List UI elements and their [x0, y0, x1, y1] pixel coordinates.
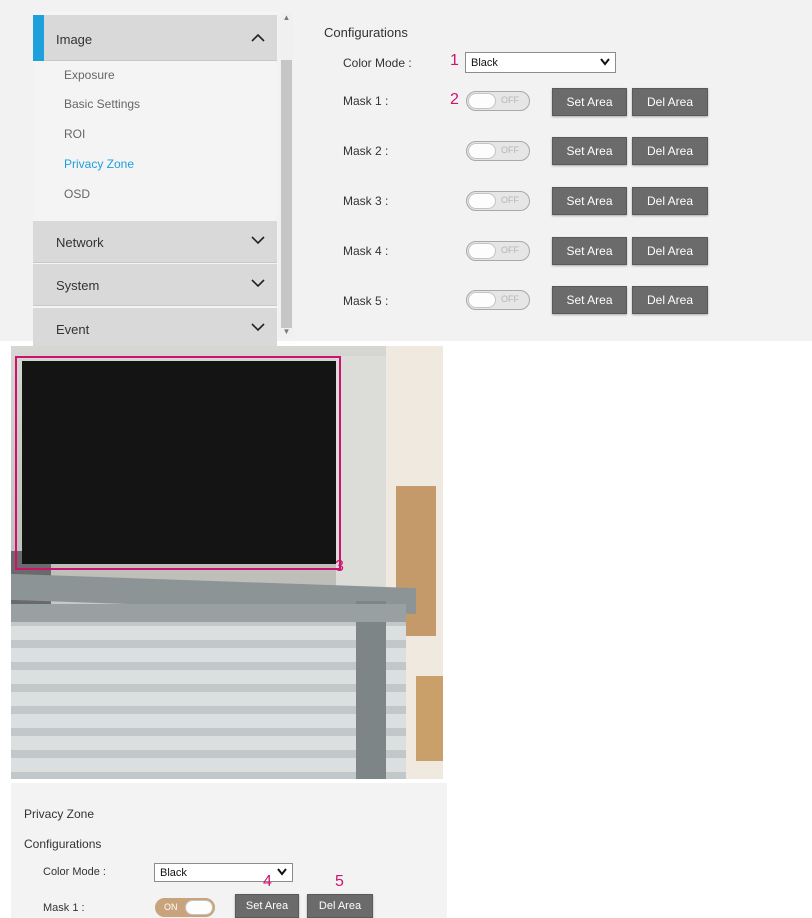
configurations-title: Configurations	[324, 25, 408, 40]
mask-1-label: Mask 1 :	[43, 902, 85, 914]
sidebar-section-label: Image	[56, 32, 93, 47]
color-mode-select[interactable]: Black	[465, 52, 616, 73]
callout-5: 5	[335, 873, 344, 890]
callout-2: 2	[450, 91, 459, 108]
sidebar-item-osd[interactable]: OSD	[64, 187, 90, 201]
chevron-down-icon	[277, 868, 287, 876]
toggle-state-text: OFF	[501, 294, 519, 304]
sidebar-section-system[interactable]: System	[33, 264, 277, 306]
color-mode-label: Color Mode :	[343, 56, 412, 70]
sidebar-item-basic-settings[interactable]: Basic Settings	[64, 97, 140, 111]
callout-1: 1	[450, 52, 459, 69]
privacy-zone-title: Privacy Zone	[24, 807, 95, 821]
mask-1-del-area-button[interactable]: Del Area	[307, 894, 373, 918]
sidebar-menu: Image Exposure Basic Settings ROI Privac…	[33, 12, 277, 350]
toggle-state-text: OFF	[501, 245, 519, 255]
configurations-title: Configurations	[24, 837, 102, 851]
cubicle-post	[356, 601, 386, 779]
mask-1-label: Mask 1 :	[343, 94, 389, 108]
color-mode-value: Black	[471, 57, 498, 69]
mask-4-set-area-button[interactable]: Set Area	[552, 237, 627, 265]
toggle-state-text: OFF	[501, 145, 519, 155]
callout-4: 4	[263, 873, 272, 890]
toggle-state-text: OFF	[501, 195, 519, 205]
callout-3: 3	[335, 558, 344, 575]
mask-selection-frame[interactable]	[15, 356, 341, 570]
chevron-down-icon[interactable]	[249, 231, 267, 249]
mask-2-toggle[interactable]: OFF	[466, 141, 530, 161]
mask-1-del-area-button[interactable]: Del Area	[632, 88, 708, 116]
mask-5-del-area-button[interactable]: Del Area	[632, 286, 708, 314]
toggle-knob	[185, 900, 213, 915]
mask-1-toggle[interactable]: OFF	[466, 91, 530, 111]
toggle-knob	[468, 243, 496, 259]
color-mode-value: Black	[160, 867, 187, 879]
mask-2-label: Mask 2 :	[343, 144, 389, 158]
toggle-knob	[468, 143, 496, 159]
toggle-state-text: ON	[164, 902, 178, 912]
toggle-knob	[468, 292, 496, 308]
active-accent-bar	[33, 15, 44, 61]
mask-1-set-area-button[interactable]: Set Area	[552, 88, 627, 116]
chevron-down-icon[interactable]	[249, 274, 267, 292]
mask-5-set-area-button[interactable]: Set Area	[552, 286, 627, 314]
mask-1-toggle[interactable]: ON	[155, 898, 215, 917]
color-mode-label: Color Mode :	[43, 866, 106, 878]
chevron-down-icon	[600, 58, 610, 66]
scroll-up-arrow-icon[interactable]: ▲	[280, 12, 293, 24]
mask-2-set-area-button[interactable]: Set Area	[552, 137, 627, 165]
mask-2-del-area-button[interactable]: Del Area	[632, 137, 708, 165]
toggle-knob	[468, 193, 496, 209]
mask-4-del-area-button[interactable]: Del Area	[632, 237, 708, 265]
toggle-state-text: OFF	[501, 95, 519, 105]
sidebar-section-label: Network	[56, 235, 104, 250]
mask-1-set-area-button[interactable]: Set Area	[235, 894, 299, 918]
mask-5-label: Mask 5 :	[343, 294, 389, 308]
mask-3-set-area-button[interactable]: Set Area	[552, 187, 627, 215]
mask-3-toggle[interactable]: OFF	[466, 191, 530, 211]
chevron-up-icon[interactable]	[249, 29, 267, 47]
sidebar-item-roi[interactable]: ROI	[64, 127, 85, 141]
settings-panel: Image Exposure Basic Settings ROI Privac…	[0, 0, 812, 350]
chevron-down-icon[interactable]	[249, 318, 267, 336]
sidebar-section-label: Event	[56, 322, 90, 337]
scrollbar-thumb[interactable]	[281, 60, 292, 328]
privacy-zone-panel: Privacy Zone Configurations Color Mode :…	[11, 783, 447, 918]
sidebar-section-label: System	[56, 278, 100, 293]
mask-3-del-area-button[interactable]: Del Area	[632, 187, 708, 215]
sidebar-item-privacy-zone[interactable]: Privacy Zone	[64, 157, 134, 171]
scroll-down-arrow-icon[interactable]: ▼	[280, 326, 293, 338]
mask-4-toggle[interactable]: OFF	[466, 241, 530, 261]
cubicle-frame	[11, 604, 406, 622]
mask-4-label: Mask 4 :	[343, 244, 389, 258]
sidebar-section-network[interactable]: Network	[33, 221, 277, 263]
sidebar-section-image[interactable]: Image	[33, 15, 277, 61]
toggle-knob	[468, 93, 496, 109]
color-mode-select[interactable]: Black	[154, 863, 293, 882]
sidebar-section-event[interactable]: Event	[33, 308, 277, 350]
cardboard-box	[416, 676, 443, 761]
sidebar-item-exposure[interactable]: Exposure	[64, 68, 115, 82]
mask-3-label: Mask 3 :	[343, 194, 389, 208]
cubicle-partition	[11, 604, 406, 779]
sidebar-scrollbar[interactable]: ▲ ▼	[280, 12, 293, 338]
mask-5-toggle[interactable]: OFF	[466, 290, 530, 310]
camera-preview[interactable]: 3	[11, 346, 443, 779]
